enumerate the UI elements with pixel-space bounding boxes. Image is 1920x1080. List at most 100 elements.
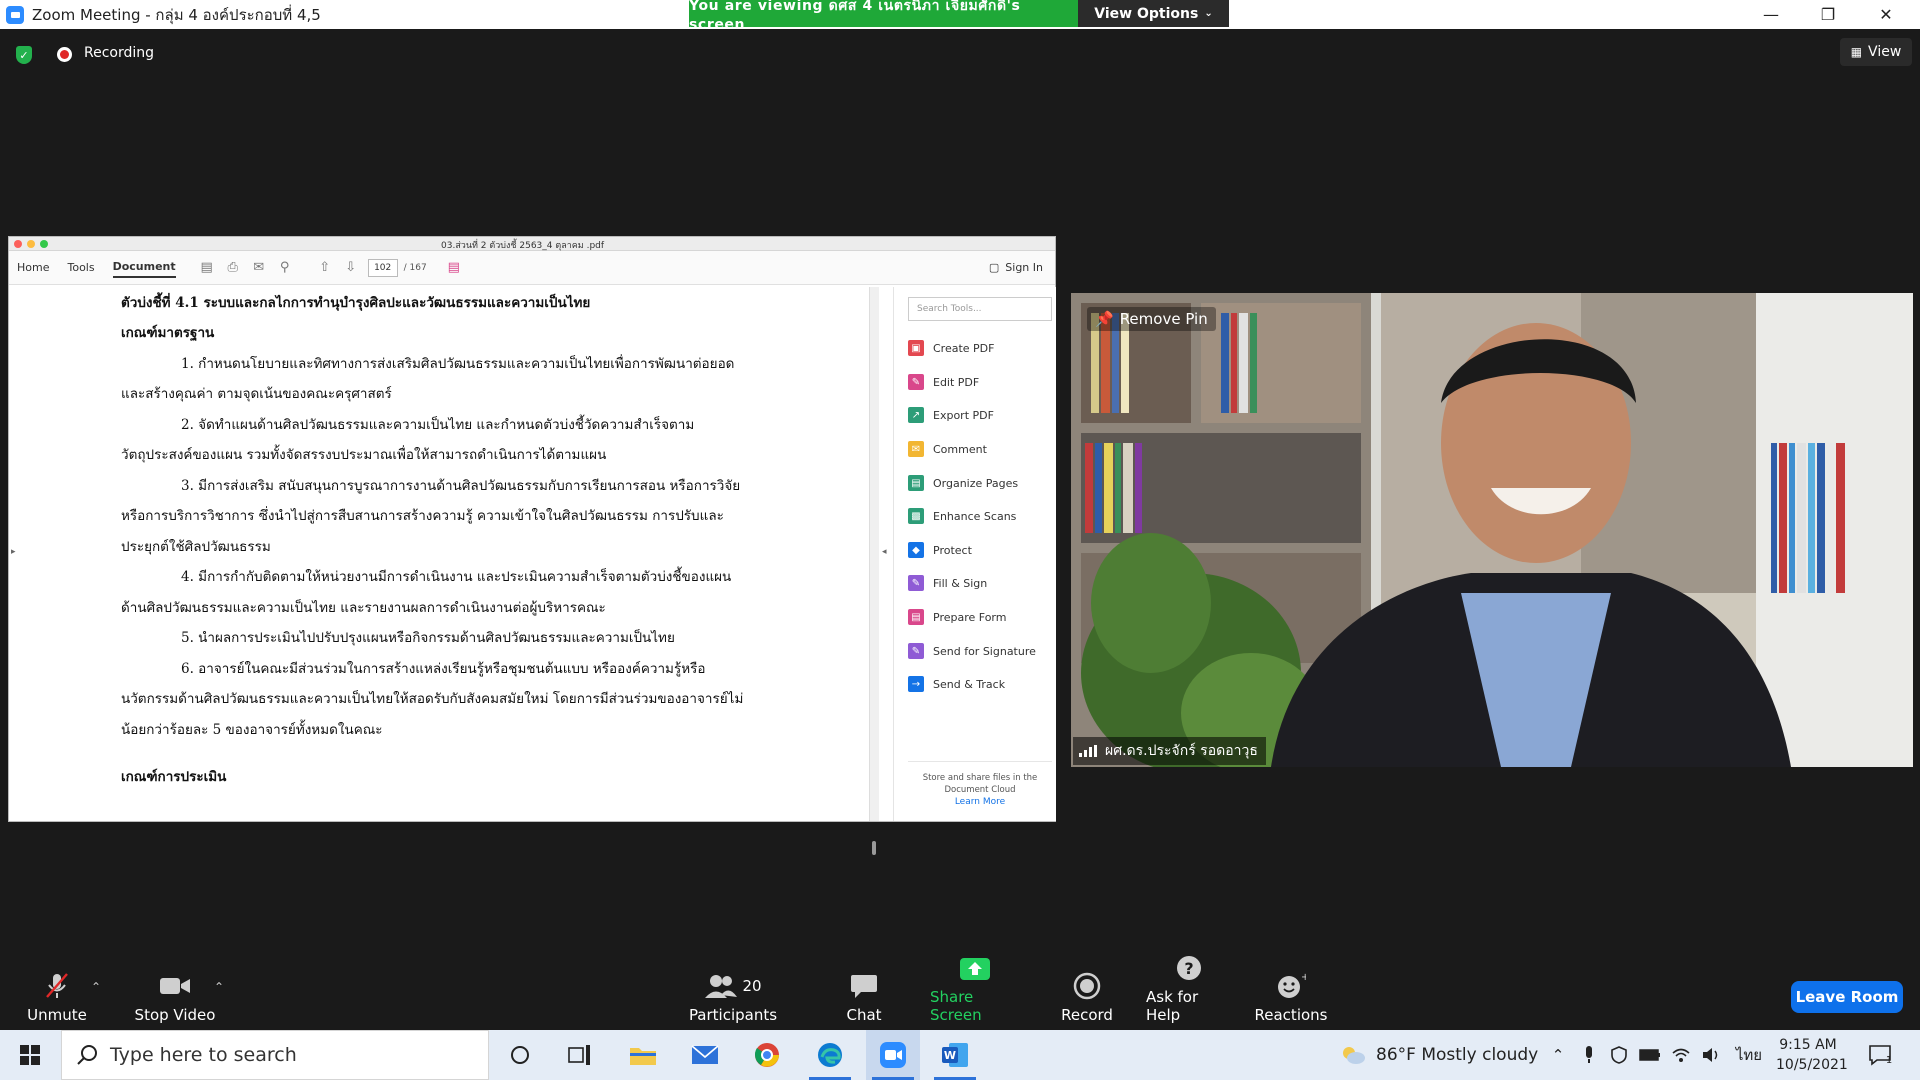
tool-item-organize-pages[interactable]: ▤ Organize Pages — [908, 474, 1018, 492]
tool-item-enhance-scans[interactable]: ▩ Enhance Scans — [908, 507, 1016, 525]
tool-item-protect[interactable]: ◆ Protect — [908, 541, 972, 559]
remove-pin-button[interactable]: 📌 Remove Pin — [1087, 307, 1216, 331]
clock-time: 9:15 AM — [1779, 1037, 1837, 1053]
file-explorer-icon[interactable] — [616, 1030, 670, 1080]
tool-item-edit-pdf[interactable]: ✎ Edit PDF — [908, 373, 979, 391]
page-layout-icon[interactable]: ▤ — [447, 260, 461, 275]
task-view-icon[interactable] — [553, 1030, 607, 1080]
tool-item-send-track[interactable]: → Send & Track — [908, 675, 1005, 693]
tab-home[interactable]: Home — [17, 258, 49, 277]
taskbar-clock[interactable]: 9:15 AM 10/5/2021 — [1776, 1035, 1848, 1075]
left-pane-toggle-icon[interactable]: ▸ — [11, 547, 16, 557]
document-line: หรือการบริการวิชาการ ซึ่งนำไปสู่การสืบสา… — [121, 508, 724, 524]
participants-button[interactable]: 20 Participants — [689, 966, 777, 1030]
scrollbar-thumb[interactable] — [872, 841, 876, 855]
sign-in-icon: ▢ — [988, 261, 1000, 274]
unmute-label: Unmute — [27, 1006, 87, 1024]
fill-sign-icon: ✎ — [908, 575, 924, 591]
document-line: และสร้างคุณค่า ตามจุดเน้นของคณะครุศาสตร์ — [121, 386, 392, 402]
tools-panel: Search Tools... ▣ Create PDF ✎ Edit PDF ↗ Exp… — [893, 287, 1056, 821]
view-layout-button[interactable]: ▦ View — [1840, 38, 1912, 66]
chat-button[interactable]: Chat — [842, 966, 886, 1030]
page-down-icon[interactable]: ⇩ — [344, 260, 358, 275]
sign-in-button[interactable]: ▢ Sign In — [989, 261, 1043, 274]
sign-in-label: Sign In — [1005, 261, 1043, 274]
document-line: น้อยกว่าร้อยละ 5 ของอาจารย์ทั้งหมดในคณะ — [121, 722, 383, 738]
record-button[interactable]: Record — [1061, 966, 1113, 1030]
chrome-icon[interactable] — [740, 1030, 794, 1080]
restore-button[interactable]: ❐ — [1800, 0, 1856, 29]
edge-icon[interactable] — [803, 1030, 857, 1080]
input-language-indicator[interactable]: ไทย — [1734, 1030, 1764, 1080]
notification-count: 1 — [1885, 1054, 1893, 1066]
partly-cloudy-icon — [1343, 1047, 1365, 1064]
battery-icon[interactable] — [1638, 1030, 1662, 1080]
audio-options-caret-icon[interactable]: ⌃ — [91, 980, 101, 994]
right-pane-toggle-icon[interactable]: ◂ — [882, 547, 887, 557]
security-shield-icon[interactable] — [1608, 1030, 1630, 1080]
search-icon — [77, 1045, 97, 1065]
edit-pdf-icon: ✎ — [908, 374, 924, 390]
document-scrollbar[interactable] — [869, 287, 879, 821]
view-options-button[interactable]: View Options ⌄ — [1078, 0, 1229, 27]
share-screen-button[interactable]: Share Screen — [930, 958, 1020, 1030]
record-label: Record — [1061, 1006, 1113, 1024]
word-icon[interactable]: W — [928, 1030, 982, 1080]
page-up-icon[interactable]: ⇧ — [318, 260, 332, 275]
stop-video-button[interactable]: Stop Video — [134, 966, 216, 1030]
video-options-caret-icon[interactable]: ⌃ — [214, 980, 224, 994]
ask-for-help-button[interactable]: ? Ask for Help — [1146, 956, 1232, 1030]
mac-zoom-dot — [40, 239, 48, 248]
document-line: 2. จัดทำแผนด้านศิลปวัฒนธรรมและความเป็นไท… — [181, 417, 695, 433]
tab-document[interactable]: Document — [112, 257, 176, 278]
tool-item-export-pdf[interactable]: ↗ Export PDF — [908, 406, 994, 424]
participant-name: ผศ.ดร.ประจักร์ รอดอาวุธ — [1105, 743, 1258, 759]
chevron-down-icon: ⌄ — [1204, 8, 1213, 19]
tool-item-label: Comment — [933, 442, 987, 456]
document-line: เกณฑ์มาตรฐาน — [121, 325, 215, 341]
encryption-shield-icon[interactable]: ✓ — [16, 46, 32, 64]
prepare-form-icon: ▤ — [908, 609, 924, 625]
participant-video[interactable]: 📌 Remove Pin ผศ.ดร.ประจักร์ รอดอาวุธ — [1071, 293, 1913, 767]
microphone-icon[interactable] — [1578, 1030, 1600, 1080]
print-icon[interactable]: ⎙ — [226, 260, 240, 275]
tool-item-create-pdf[interactable]: ▣ Create PDF — [908, 339, 994, 357]
tool-item-label: Send & Track — [933, 677, 1006, 691]
show-hidden-icons-icon[interactable]: ⌃ — [1548, 1030, 1568, 1080]
start-button[interactable] — [0, 1030, 60, 1080]
leave-room-button[interactable]: Leave Room — [1791, 981, 1903, 1013]
stop-video-label: Stop Video — [134, 1006, 216, 1024]
minimize-button[interactable]: — — [1743, 0, 1799, 29]
tab-tools[interactable]: Tools — [67, 258, 94, 277]
learn-more-link[interactable]: Learn More — [908, 797, 1052, 807]
pin-icon: 📌 — [1095, 310, 1114, 328]
search-icon[interactable]: ⚲ — [278, 260, 292, 275]
search-tools-input[interactable]: Search Tools... — [908, 297, 1052, 321]
tool-item-fill-sign[interactable]: ✎ Fill & Sign — [908, 574, 987, 592]
mail-icon[interactable] — [678, 1030, 732, 1080]
wifi-icon[interactable] — [1670, 1030, 1692, 1080]
taskbar-search-input[interactable]: Type here to search — [61, 1030, 489, 1080]
close-button[interactable]: ✕ — [1858, 0, 1914, 29]
tool-item-label: Create PDF — [933, 341, 995, 355]
cortana-icon[interactable] — [493, 1030, 547, 1080]
page-number-input[interactable]: 102 — [367, 258, 398, 277]
chat-label: Chat — [846, 1006, 882, 1024]
pdf-document-page[interactable]: ตัวบ่งชี้ที่ 4.1 ระบบและกลไกการทำนุบำรุง… — [9, 287, 879, 821]
svg-text:+: + — [1301, 972, 1306, 983]
share-screen-label: Share Screen — [930, 988, 982, 1024]
zoom-taskbar-icon[interactable] — [866, 1030, 920, 1080]
weather-widget[interactable]: 86°F Mostly cloudy — [1340, 1030, 1538, 1080]
tool-item-comment[interactable]: ✉ Comment — [908, 440, 987, 458]
volume-icon[interactable] — [1700, 1030, 1724, 1080]
microphone-muted-icon — [40, 972, 74, 1000]
email-icon[interactable]: ✉ — [252, 260, 266, 275]
tool-item-send-signature[interactable]: ✎ Send for Signature — [908, 642, 1036, 660]
notification-center-icon[interactable]: 1 — [1860, 1030, 1900, 1080]
reactions-button[interactable]: + Reactions — [1255, 966, 1328, 1030]
document-line: 4. มีการกำกับติดตามให้หน่วยงานมีการดำเนิ… — [181, 569, 732, 585]
save-icon[interactable]: ▤ — [200, 260, 214, 275]
tool-item-prepare-form[interactable]: ▤ Prepare Form — [908, 608, 1006, 626]
tool-item-label: Fill & Sign — [933, 576, 988, 590]
unmute-button[interactable]: Unmute — [26, 966, 88, 1030]
